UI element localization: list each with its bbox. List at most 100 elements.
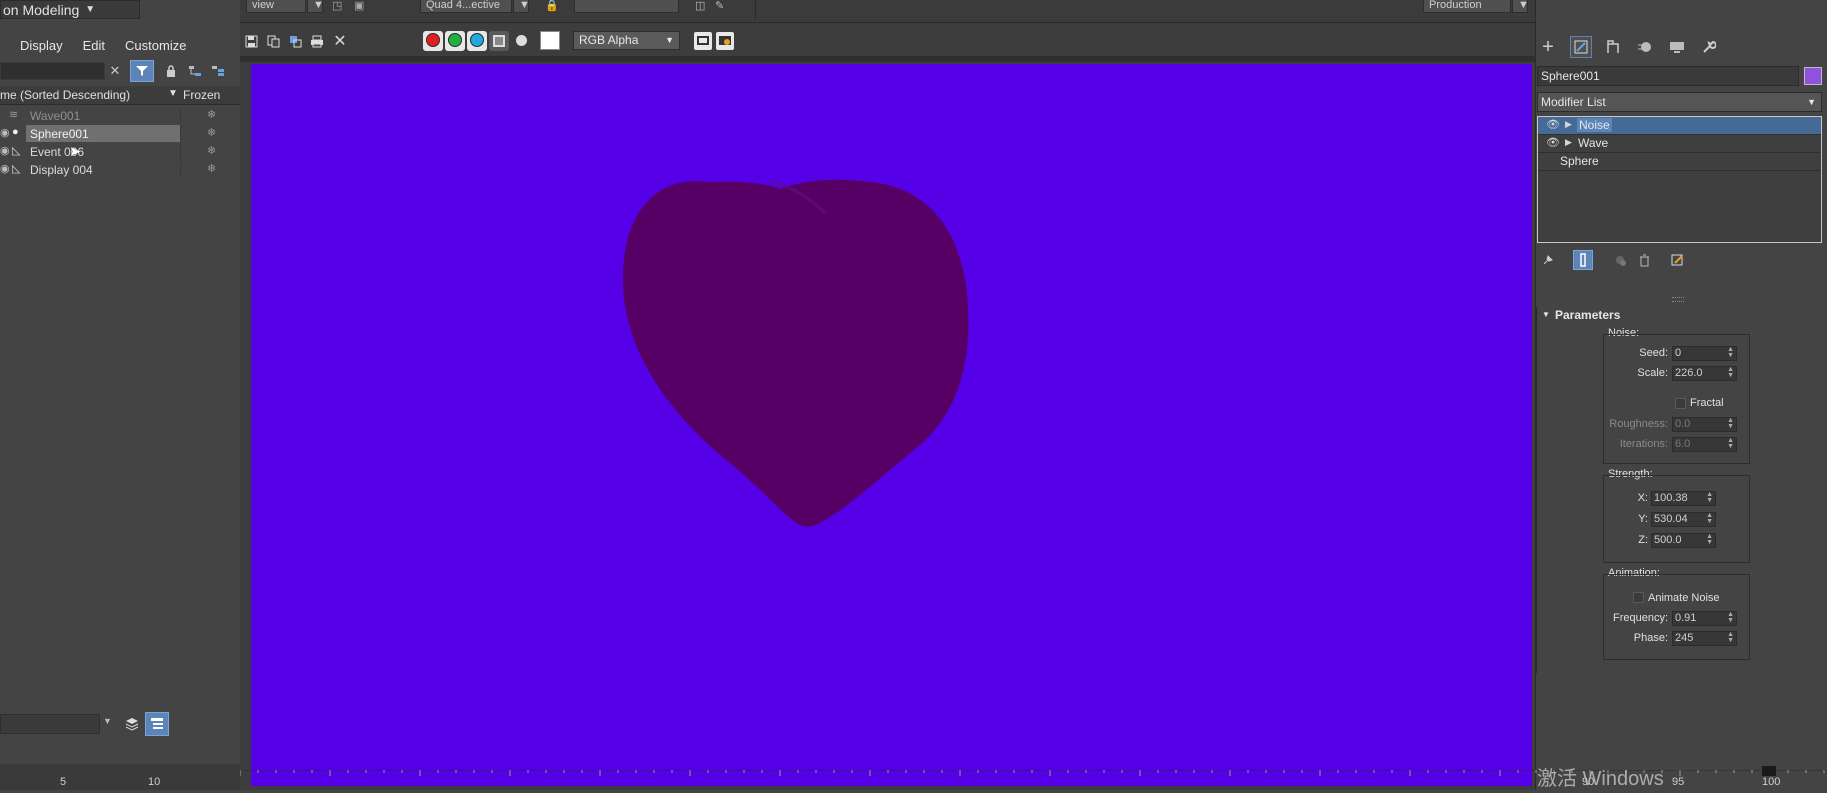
clear-icon[interactable]: ✕ (331, 32, 349, 50)
spinner-arrows-icon[interactable]: ▲ ▼ (1727, 346, 1734, 359)
display-tab-icon[interactable] (1666, 36, 1688, 58)
object-name-field[interactable]: Sphere001 (1537, 66, 1799, 86)
name-column-header[interactable]: me (Sorted Descending) (0, 88, 130, 102)
strength-x-spinner[interactable]: 100.38 ▲ ▼ (1651, 491, 1716, 506)
list-item[interactable]: ≋ Wave001 ❄ (0, 107, 240, 125)
production-dropdown[interactable]: Production (1423, 0, 1511, 13)
lock-icon[interactable] (162, 62, 180, 80)
modifier-list-dropdown[interactable]: Modifier List ▼ (1537, 92, 1822, 112)
region-icon[interactable]: ▣ (354, 0, 364, 12)
seed-spinner[interactable]: 0 ▲ ▼ (1672, 346, 1737, 361)
create-tab-icon[interactable]: + (1537, 36, 1559, 58)
spinner-arrows-icon[interactable]: ▲ ▼ (1706, 512, 1713, 525)
hierarchy-tab-icon[interactable] (1602, 36, 1624, 58)
wrench-icon[interactable] (1698, 36, 1720, 58)
phase-spinner[interactable]: 245 ▲ ▼ (1672, 631, 1737, 646)
chevron-down-icon[interactable]: ▼ (513, 0, 530, 13)
chevron-down-icon[interactable]: ▼ (1512, 0, 1529, 13)
column-header[interactable]: me (Sorted Descending) ▼ Frozen (0, 86, 240, 105)
show-end-result-icon[interactable] (1573, 250, 1593, 270)
strength-y-spinner[interactable]: 530.04 ▲ ▼ (1651, 512, 1716, 527)
iterations-spinner[interactable]: 6.0 ▲ ▼ (1672, 437, 1737, 452)
workspace-dropdown[interactable]: on Modeling ▼ (0, 0, 140, 19)
chevron-down-icon[interactable]: ▼ (103, 716, 112, 726)
filter-icon[interactable] (130, 60, 154, 82)
motion-tab-icon[interactable] (1634, 36, 1656, 58)
list-item[interactable]: ◉ ◺ Display 004 ❄ (0, 161, 240, 179)
copy-icon[interactable] (264, 32, 282, 50)
list-item[interactable]: ◉ ◺ Event 006 ➤ ❄ (0, 143, 240, 161)
expand-arrow-icon[interactable]: ▶ (1565, 119, 1572, 130)
lock-icon[interactable]: 🔒 (545, 0, 559, 12)
stack-item-wave[interactable]: 👁 ▶ Wave (1538, 135, 1821, 153)
timeline-ruler-left[interactable] (0, 764, 240, 790)
stack-item-sphere[interactable]: Sphere (1538, 153, 1821, 171)
monochrome-icon[interactable] (516, 35, 527, 46)
expand-arrow-icon[interactable]: ▶ (1565, 137, 1572, 148)
frozen-column-header[interactable]: Frozen (183, 88, 220, 102)
hierarchy-icon[interactable] (145, 712, 169, 736)
time-slider-handle[interactable] (1762, 766, 1776, 776)
display-toggle-icon[interactable] (694, 32, 712, 50)
spinner-arrows-icon[interactable]: ▲ ▼ (1727, 417, 1734, 430)
menu-display[interactable]: Display (20, 38, 63, 53)
viewport-dropdown[interactable]: Quad 4...ective (420, 0, 512, 13)
spinner-arrows-icon[interactable]: ▲ ▼ (1706, 533, 1713, 546)
render-viewport[interactable] (251, 64, 1532, 786)
stack-item-noise[interactable]: 👁 ▶ Noise (1538, 117, 1821, 135)
configure-icon[interactable] (1668, 250, 1688, 270)
layer-dropdown[interactable] (0, 714, 100, 734)
eye-icon[interactable]: ◉ (0, 126, 10, 139)
save-icon[interactable] (242, 32, 260, 50)
make-unique-icon[interactable] (1610, 250, 1630, 270)
frequency-spinner[interactable]: 0.91 ▲ ▼ (1672, 611, 1737, 626)
frame-buffer-icon[interactable] (716, 32, 734, 50)
spinner-arrows-icon[interactable]: ▲ ▼ (1727, 631, 1734, 644)
eye-icon[interactable]: ◉ (0, 162, 10, 175)
view-label: view (252, 0, 275, 11)
strength-z-spinner[interactable]: 500.0 ▲ ▼ (1651, 533, 1716, 548)
parameters-rollout-header[interactable]: ▼ Parameters (1540, 307, 1820, 325)
trash-icon[interactable] (1634, 250, 1654, 270)
display-icon: ◺ (12, 163, 21, 175)
spinner-arrows-icon[interactable]: ▲ ▼ (1706, 491, 1713, 504)
frozen-icon[interactable]: ❄ (207, 144, 216, 157)
eye-icon[interactable]: 👁 (1546, 136, 1560, 149)
render-setup-icon[interactable]: ◳ (332, 0, 342, 12)
layers-icon[interactable] (122, 713, 142, 735)
scale-value: 226.0 (1675, 367, 1703, 379)
clear-icon[interactable]: ✕ (106, 62, 124, 80)
chevron-down-icon[interactable]: ▼ (307, 0, 324, 13)
spinner-arrows-icon[interactable]: ▲ ▼ (1727, 366, 1734, 379)
preset-dropdown[interactable] (574, 0, 679, 13)
hierarchy-collapse-icon[interactable] (209, 62, 227, 80)
panel-resize-grip[interactable] (1672, 297, 1684, 302)
eye-icon[interactable]: 👁 (1546, 118, 1560, 131)
menu-customize[interactable]: Customize (125, 38, 186, 53)
frozen-icon[interactable]: ❄ (207, 108, 216, 121)
object-color-swatch[interactable] (1804, 67, 1822, 85)
menu-edit[interactable]: Edit (83, 38, 105, 53)
fractal-checkbox[interactable] (1675, 398, 1686, 409)
spinner-arrows-icon[interactable]: ▲ ▼ (1727, 611, 1734, 624)
rollout-title: Parameters (1555, 308, 1621, 322)
frozen-icon[interactable]: ❄ (207, 162, 216, 175)
eye-icon[interactable]: ◉ (0, 144, 10, 157)
channel-dropdown[interactable]: RGB Alpha ▼ (573, 31, 680, 50)
swatch-icon[interactable] (540, 31, 560, 50)
scale-spinner[interactable]: 226.0 ▲ ▼ (1672, 366, 1737, 381)
render-icon[interactable]: ◫ (695, 0, 705, 12)
list-item[interactable]: ◉ ● Sphere001 ❄ (0, 125, 240, 143)
search-input[interactable] (0, 62, 105, 80)
frozen-icon[interactable]: ❄ (207, 126, 216, 139)
clone-icon[interactable] (286, 32, 304, 50)
animate-noise-checkbox[interactable] (1633, 592, 1644, 603)
view-dropdown[interactable]: view (246, 0, 306, 13)
spinner-arrows-icon[interactable]: ▲ ▼ (1727, 437, 1734, 450)
roughness-spinner[interactable]: 0.0 ▲ ▼ (1672, 417, 1737, 432)
hierarchy-expand-icon[interactable] (186, 62, 204, 80)
pin-stack-icon[interactable] (1538, 250, 1558, 270)
edit-icon[interactable]: ✎ (715, 0, 724, 12)
modify-tab-icon[interactable] (1570, 36, 1592, 58)
print-icon[interactable] (308, 32, 326, 50)
